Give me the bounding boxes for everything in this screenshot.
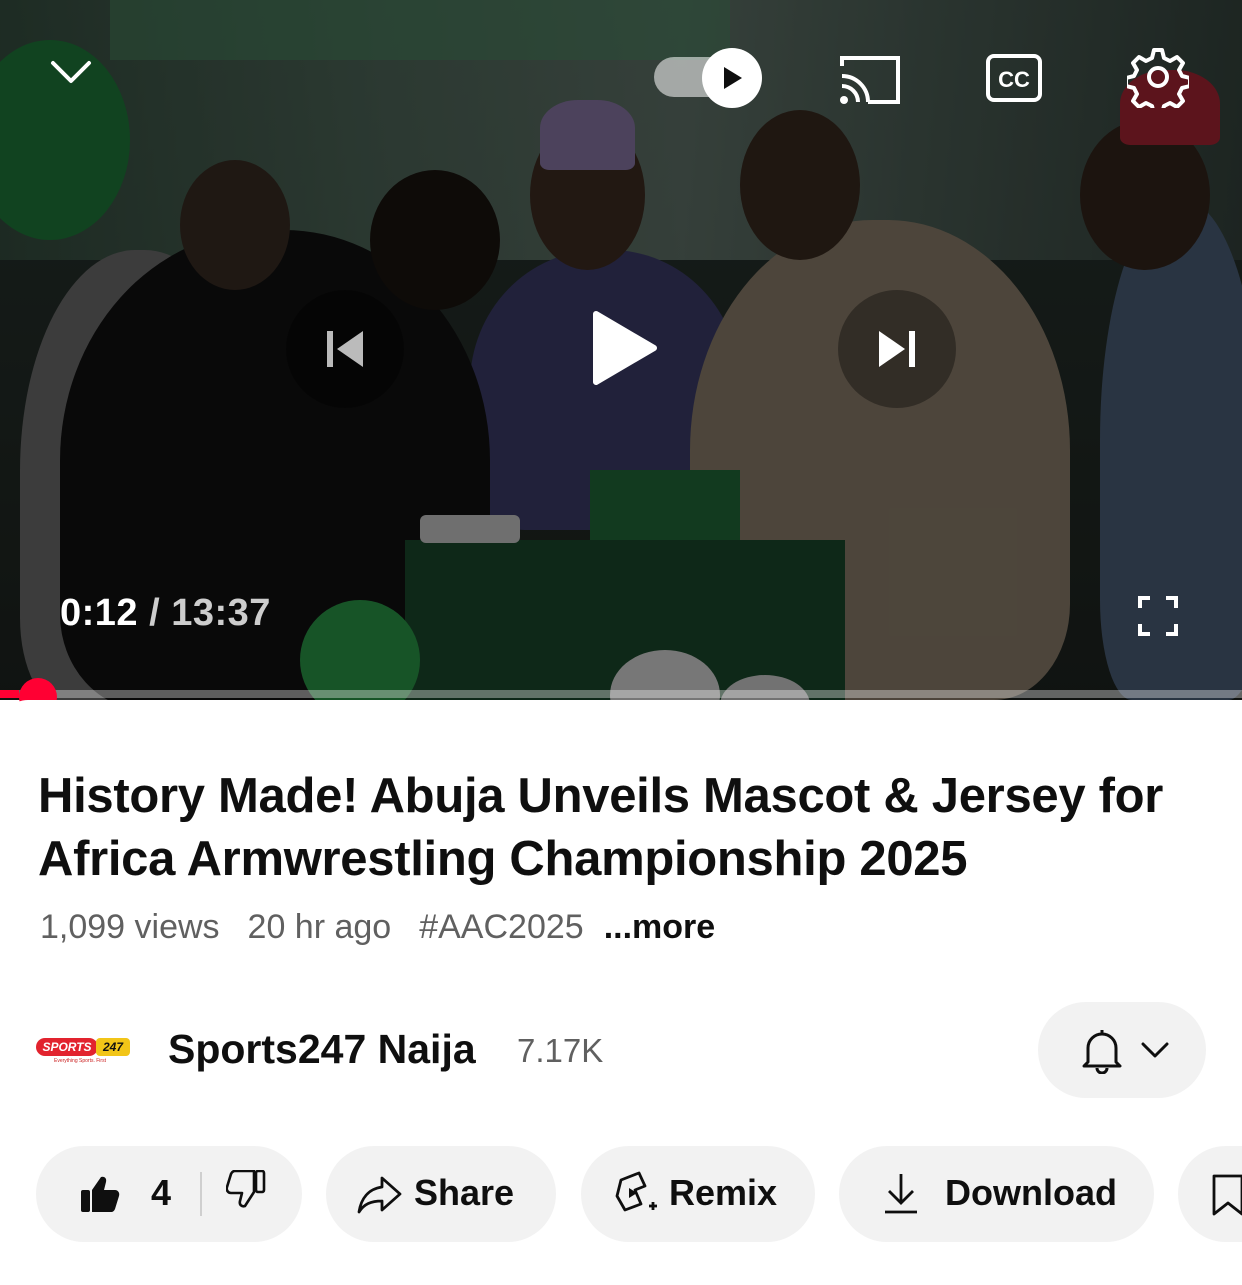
chevron-down-icon: [51, 61, 91, 83]
remix-button[interactable]: Remix: [581, 1146, 815, 1242]
play-icon: [593, 311, 657, 385]
hashtag-link[interactable]: #AAC2025: [419, 908, 583, 946]
previous-video-button[interactable]: [286, 290, 404, 408]
cast-button[interactable]: [835, 50, 905, 110]
bookmark-icon: [1212, 1174, 1242, 1216]
subscriber-count: 7.17K: [517, 1032, 604, 1069]
like-count: 4: [151, 1172, 172, 1213]
remix-label: Remix: [669, 1172, 778, 1213]
skip-previous-icon: [327, 331, 363, 367]
divider: [200, 1172, 202, 1216]
action-bar: 4 Share Remix Download: [0, 1146, 1242, 1242]
progress-fill: [0, 690, 19, 698]
logo-text-red: SPORTS: [36, 1038, 98, 1056]
skip-next-icon: [879, 331, 915, 367]
duration: / 13:37: [149, 592, 271, 634]
more-button[interactable]: ...more: [604, 908, 715, 946]
play-button[interactable]: [550, 270, 700, 426]
share-icon: [357, 1176, 402, 1214]
autoplay-toggle-icon: [702, 48, 762, 108]
chevron-down-icon: [1141, 1042, 1169, 1058]
channel-row[interactable]: SPORTS 247 Everything Sports. First Spor…: [0, 1002, 1242, 1098]
remix-icon: [615, 1171, 657, 1212]
bell-icon: [1082, 1030, 1122, 1074]
thumbs-up-icon: [81, 1176, 120, 1212]
cast-icon: [840, 56, 900, 104]
dislike-button[interactable]: [225, 1169, 276, 1218]
save-button[interactable]: [1178, 1146, 1242, 1242]
video-title[interactable]: History Made! Abuja Unveils Mascot & Jer…: [38, 765, 1218, 891]
video-player[interactable]: CC 0:12 / 13:37: [0, 0, 1242, 700]
captions-label: CC: [998, 67, 1030, 92]
gear-icon: [1127, 48, 1189, 108]
closed-captions-icon: CC: [986, 54, 1042, 102]
view-count: 1,099 views: [40, 908, 220, 946]
time-display: 0:12 / 13:37: [60, 592, 271, 635]
autoplay-toggle[interactable]: [654, 48, 764, 108]
download-icon: [885, 1174, 917, 1214]
channel-name[interactable]: Sports247 Naija: [168, 1026, 476, 1073]
download-label: Download: [945, 1172, 1117, 1213]
logo-tagline: Everything Sports. First: [54, 1058, 106, 1064]
video-metadata[interactable]: 1,099 views 20 hr ago #AAC2025 ...more: [40, 908, 743, 947]
current-time: 0:12: [60, 592, 139, 634]
progress-bar[interactable]: [0, 690, 1242, 698]
download-button[interactable]: Download: [839, 1146, 1154, 1242]
channel-avatar[interactable]: SPORTS 247 Everything Sports. First: [36, 1038, 132, 1066]
upload-age: 20 hr ago: [247, 908, 392, 946]
settings-button[interactable]: [1125, 44, 1191, 110]
collapse-button[interactable]: [44, 45, 98, 99]
fullscreen-icon: [1138, 596, 1178, 636]
fullscreen-button[interactable]: [1130, 588, 1186, 644]
share-button[interactable]: Share: [326, 1146, 556, 1242]
share-label: Share: [414, 1172, 515, 1213]
captions-button[interactable]: CC: [983, 50, 1045, 106]
notification-settings-button[interactable]: [1038, 1002, 1206, 1098]
next-video-button[interactable]: [838, 290, 956, 408]
thumbs-down-icon: [225, 1169, 266, 1208]
logo-text-yellow: 247: [96, 1038, 130, 1056]
like-dislike-group: 4: [36, 1146, 302, 1242]
